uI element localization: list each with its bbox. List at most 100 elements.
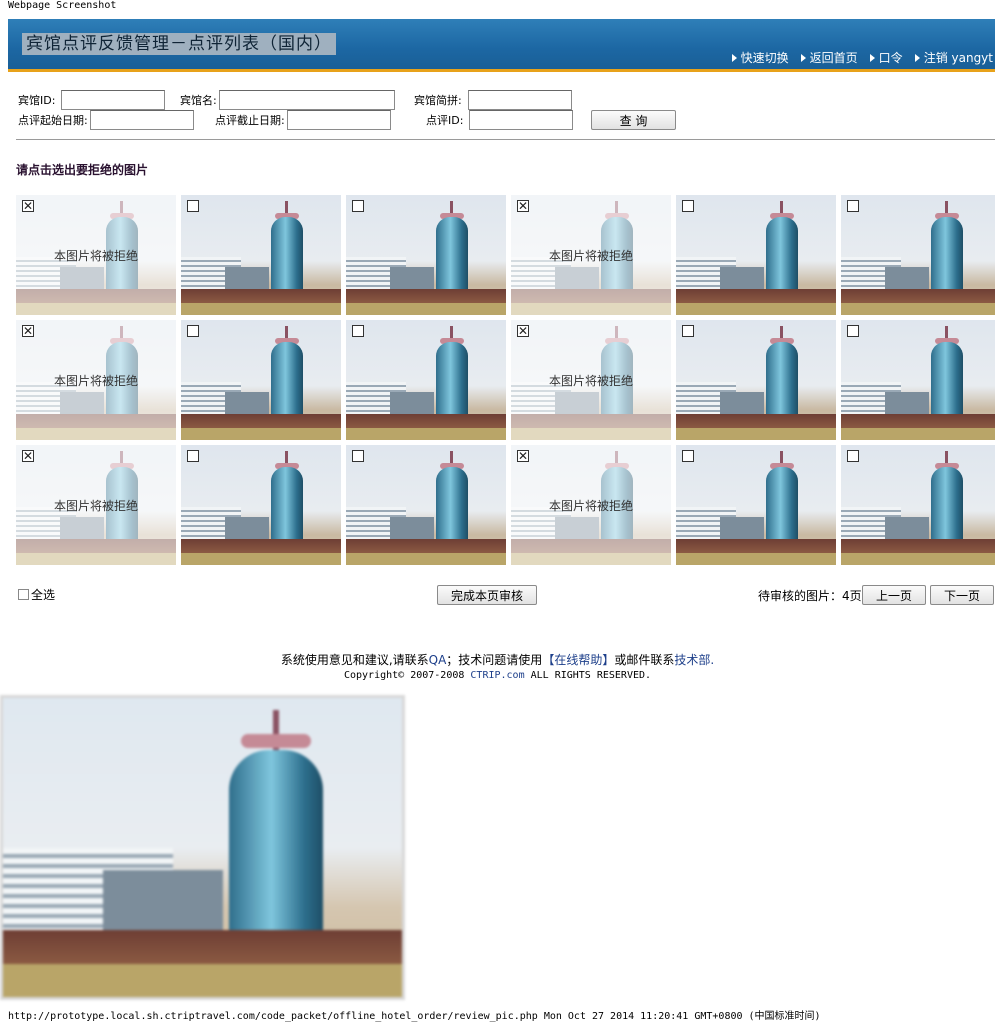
complete-review-button[interactable]: 完成本页审核: [437, 585, 537, 605]
photo-thumbnail[interactable]: [841, 195, 995, 315]
reject-checkbox[interactable]: [847, 325, 859, 337]
reject-checkbox[interactable]: ✕: [517, 325, 529, 337]
pending-pages-text: 待审核的图片：4页: [758, 589, 862, 603]
hotel-name-group: 宾馆名:: [180, 90, 395, 110]
arrow-right-icon: [869, 53, 875, 62]
photo-thumbnail[interactable]: [181, 320, 341, 440]
reject-checkbox[interactable]: ✕: [22, 200, 34, 212]
qa-link[interactable]: QA: [429, 653, 447, 667]
prev-page-button[interactable]: 上一页: [862, 585, 926, 605]
hotel-pinyin-label: 宾馆简拼:: [414, 94, 462, 107]
header-banner: 宾馆点评反馈管理－点评列表（国内） 快速切换 返回首页 口令 注销 yangyt: [8, 19, 995, 72]
hotel-id-label: 宾馆ID:: [18, 94, 56, 107]
query-button[interactable]: 查 询: [591, 110, 676, 130]
review-id-label: 点评ID:: [426, 114, 464, 127]
start-date-label: 点评起始日期:: [18, 114, 88, 127]
footer-text-3: 或邮件联系: [614, 653, 675, 667]
photo-thumbnail[interactable]: [346, 320, 506, 440]
arrow-right-icon: [914, 53, 920, 62]
photo-thumbnail[interactable]: [676, 195, 836, 315]
footer-contact: 系统使用意见和建议,请联系QA；技术问题请使用【在线帮助】或邮件联系技术部.: [0, 651, 995, 668]
reject-checkbox[interactable]: [352, 450, 364, 462]
hotel-name-label: 宾馆名:: [180, 94, 217, 107]
reject-checkbox[interactable]: [682, 200, 694, 212]
reject-checkbox[interactable]: ✕: [517, 200, 529, 212]
hotel-id-input[interactable]: [61, 90, 166, 110]
reject-overlay-text: 本图片将被拒绝: [53, 374, 138, 388]
reject-checkbox[interactable]: [187, 200, 199, 212]
divider: [16, 139, 995, 140]
reject-checkbox[interactable]: ✕: [22, 325, 34, 337]
reject-checkbox[interactable]: [352, 200, 364, 212]
photo-thumbnail[interactable]: [676, 320, 836, 440]
page-url-footer: http://prototype.local.sh.ctriptravel.co…: [8, 1011, 821, 1022]
hotel-pinyin-input[interactable]: [467, 90, 572, 110]
photo-thumbnail[interactable]: [181, 445, 341, 565]
review-id-group: 点评ID:: [426, 110, 574, 130]
photo-thumbnail[interactable]: [346, 445, 506, 565]
footer-text-2: ；技术问题请使用: [446, 653, 543, 667]
arrow-right-icon: [800, 53, 806, 62]
online-help-link[interactable]: 【在线帮助】: [542, 653, 614, 667]
select-all-group: 全选: [18, 586, 55, 603]
hotel-name-input[interactable]: [218, 90, 395, 110]
ctrip-link[interactable]: CTRIP.com: [470, 670, 524, 681]
photo-thumbnail[interactable]: [676, 445, 836, 565]
copyright: Copyright© 2007-2008 CTRIP.com ALL RIGHT…: [0, 670, 995, 681]
copyright-prefix: Copyright© 2007-2008: [343, 670, 471, 681]
photo-thumbnail[interactable]: 本图片将被拒绝 ✕: [16, 320, 176, 440]
reject-overlay-text: 本图片将被拒绝: [53, 249, 138, 263]
nav-home-label: 返回首页: [809, 51, 858, 65]
photo-thumbnail[interactable]: 本图片将被拒绝 ✕: [511, 195, 671, 315]
photo-thumbnail[interactable]: [181, 195, 341, 315]
reject-checkbox[interactable]: ✕: [517, 450, 529, 462]
page-caption: Webpage Screenshot: [8, 0, 117, 11]
reject-overlay-text: 本图片将被拒绝: [548, 249, 633, 263]
photo-thumbnail[interactable]: [346, 195, 506, 315]
reject-checkbox[interactable]: [847, 200, 859, 212]
hotel-pinyin-group: 宾馆简拼:: [414, 90, 572, 110]
reject-overlay-text: 本图片将被拒绝: [548, 499, 633, 513]
reject-checkbox[interactable]: [847, 450, 859, 462]
reject-checkbox[interactable]: [187, 450, 199, 462]
hotel-id-group: 宾馆ID:: [18, 90, 166, 110]
nav-logout[interactable]: 注销 yangyt: [914, 49, 993, 66]
photo-thumbnail[interactable]: 本图片将被拒绝 ✕: [16, 195, 176, 315]
photo-thumbnail[interactable]: 本图片将被拒绝 ✕: [511, 445, 671, 565]
nav-home[interactable]: 返回首页: [800, 49, 858, 66]
large-photo-preview: [0, 695, 405, 1000]
tech-dept-link[interactable]: 技术部.: [674, 653, 714, 667]
review-id-input[interactable]: [469, 110, 574, 130]
nav-quick-switch[interactable]: 快速切换: [731, 49, 789, 66]
photo-thumbnail[interactable]: [841, 445, 995, 565]
end-date-input[interactable]: [286, 110, 391, 130]
end-date-group: 点评截止日期:: [215, 110, 391, 130]
photo-thumbnail[interactable]: [841, 320, 995, 440]
photo-thumbnail[interactable]: 本图片将被拒绝 ✕: [16, 445, 176, 565]
next-page-button[interactable]: 下一页: [930, 585, 994, 605]
bottom-bar: 全选 完成本页审核 待审核的图片：4页 上一页 下一页: [16, 583, 995, 609]
search-form: 宾馆ID: 宾馆名: 宾馆简拼: 点评起始日期: 点评截止日期: 点评ID: 查…: [18, 89, 995, 133]
select-all-checkbox[interactable]: [18, 589, 29, 600]
end-date-label: 点评截止日期:: [215, 114, 285, 127]
photo-thumbnail[interactable]: 本图片将被拒绝 ✕: [511, 320, 671, 440]
reject-checkbox[interactable]: ✕: [22, 450, 34, 462]
nav-password[interactable]: 口令: [869, 49, 903, 66]
start-date-group: 点评起始日期:: [18, 110, 194, 130]
footer-text-1: 系统使用意见和建议,请联系: [280, 653, 429, 667]
reject-overlay-text: 本图片将被拒绝: [548, 374, 633, 388]
start-date-input[interactable]: [89, 110, 194, 130]
top-nav: 快速切换 返回首页 口令 注销 yangyt: [731, 49, 993, 66]
select-all-label: 全选: [31, 588, 56, 602]
page-title: 宾馆点评反馈管理－点评列表（国内）: [22, 33, 336, 55]
reject-checkbox[interactable]: [682, 450, 694, 462]
reject-overlay-text: 本图片将被拒绝: [53, 499, 138, 513]
nav-password-label: 口令: [878, 51, 903, 65]
reject-checkbox[interactable]: [352, 325, 364, 337]
nav-logout-label: 注销 yangyt: [923, 51, 993, 65]
instruction-text: 请点击选出要拒绝的图片: [16, 163, 149, 177]
copyright-suffix: ALL RIGHTS RESERVED.: [524, 670, 652, 681]
arrow-right-icon: [731, 53, 737, 62]
reject-checkbox[interactable]: [682, 325, 694, 337]
reject-checkbox[interactable]: [187, 325, 199, 337]
